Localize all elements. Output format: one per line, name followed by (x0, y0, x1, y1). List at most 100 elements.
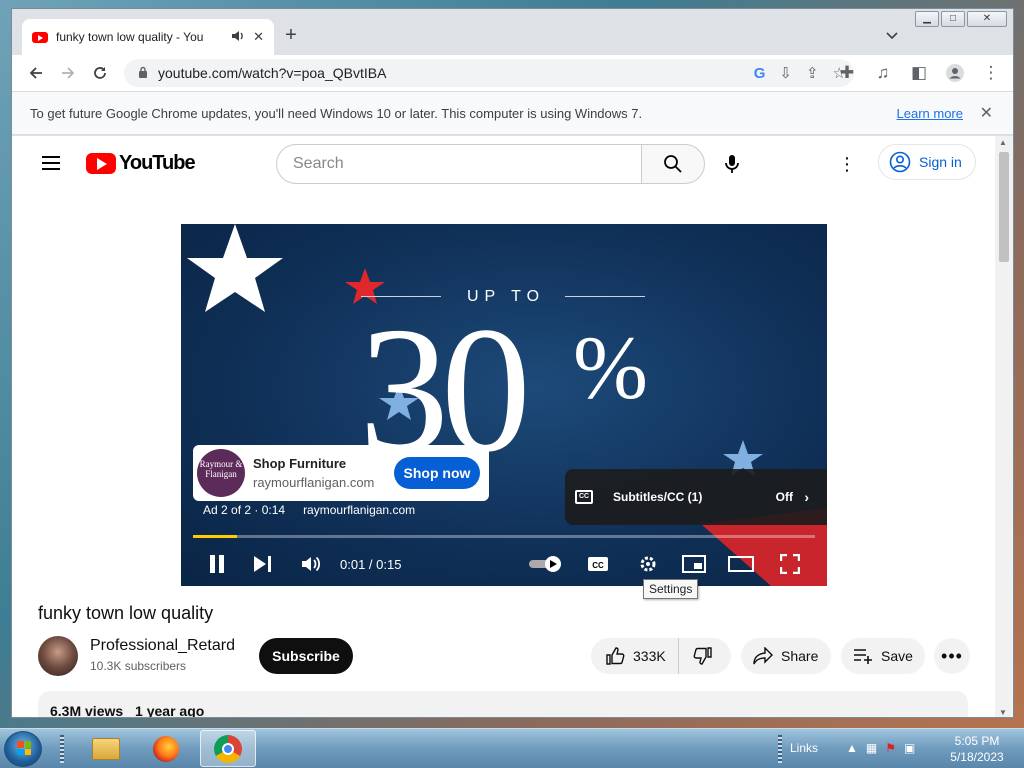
player-controls: 0:01 / 0:15 CC (181, 546, 827, 582)
more-actions-button[interactable]: ••• (934, 638, 970, 674)
youtube-logo[interactable]: YouTube (86, 152, 196, 175)
maximize-button[interactable]: □ (941, 11, 965, 27)
dislike-button[interactable] (679, 646, 713, 666)
upload-age: 1 year ago (135, 703, 205, 718)
taskbar-explorer-button[interactable] (78, 730, 134, 767)
action-center-flag-icon[interactable]: ⚑ (885, 741, 896, 755)
subtitles-label: Subtitles/CC (1) (613, 490, 703, 504)
learn-more-link[interactable]: Learn more (897, 106, 963, 121)
url-text: youtube.com/watch?v=poa_QBvtIBA (158, 65, 387, 81)
advertiser-logo: Raymour & Flanigan (197, 449, 245, 497)
system-clock[interactable]: 5:05 PM 5/18/2023 (942, 733, 1012, 765)
autoplay-toggle[interactable] (527, 552, 565, 576)
settings-gear-button[interactable] (635, 552, 661, 576)
window-controls: ▁ □ ✕ (915, 11, 1007, 27)
video-player[interactable]: UP TO 30 % Raymour & Flanigan Shop Furni… (181, 224, 827, 586)
progress-bar[interactable] (193, 535, 815, 538)
shop-now-button[interactable]: Shop now (394, 457, 480, 489)
gear-icon (640, 556, 656, 572)
thumbs-up-icon (606, 647, 625, 665)
ad-site-link[interactable]: raymourflanigan.com (303, 503, 415, 517)
back-button[interactable] (20, 57, 52, 89)
infobar-message: To get future Google Chrome updates, you… (30, 105, 643, 121)
search-button[interactable] (641, 144, 705, 184)
window-close-button[interactable]: ✕ (967, 11, 1007, 27)
subtitles-value: Off (775, 490, 793, 504)
description-box[interactable]: 6.3M views 1 year ago (38, 691, 968, 718)
playlist-add-icon (854, 649, 872, 664)
scrollbar-thumb[interactable] (999, 152, 1009, 262)
tab-title: funky town low quality - You (56, 30, 204, 44)
taskbar-grip (60, 735, 64, 763)
save-label: Save (881, 648, 913, 664)
page-scrollbar[interactable]: ▲ ▼ (995, 136, 1013, 717)
minimize-button[interactable]: ▁ (915, 11, 939, 27)
share-label: Share (781, 648, 819, 664)
address-bar[interactable]: youtube.com/watch?v=poa_QBvtIBA G ⇩ ⇪ ☆ (124, 59, 854, 87)
theater-mode-button[interactable] (727, 552, 755, 576)
reload-button[interactable] (84, 57, 116, 89)
settings-kebab-icon[interactable]: ⋮ (838, 154, 856, 175)
forward-button[interactable] (52, 57, 84, 89)
start-button[interactable] (4, 731, 42, 767)
chevron-right-icon: › (804, 489, 809, 505)
side-panel-icon[interactable]: ◧ (903, 57, 935, 89)
fullscreen-button[interactable] (777, 552, 803, 576)
close-tab-icon[interactable]: ✕ (253, 29, 264, 45)
save-button[interactable]: Save (841, 638, 925, 674)
sign-in-button[interactable]: Sign in (878, 144, 976, 180)
share-page-icon[interactable]: ⇪ (806, 64, 819, 82)
ad-percent-sign: % (573, 319, 648, 418)
pause-button[interactable] (205, 552, 229, 576)
like-button[interactable]: 333K (591, 638, 679, 674)
scroll-down-arrow-icon[interactable]: ▼ (999, 708, 1007, 717)
tray-app-icon[interactable]: ▦ (866, 741, 877, 755)
chrome-menu-icon[interactable]: ⋮ (975, 57, 1007, 89)
new-tab-button[interactable]: + (278, 23, 304, 49)
show-hidden-icons-arrow-icon[interactable]: ▲ (846, 741, 858, 755)
channel-avatar[interactable] (38, 636, 78, 676)
network-icon[interactable]: ▣ (904, 741, 915, 755)
media-control-icon[interactable]: ♫ (867, 57, 899, 89)
next-button[interactable] (251, 552, 275, 576)
taskbar-chrome-button[interactable] (200, 730, 256, 767)
autoplay-toggle-icon (529, 556, 561, 572)
settings-menu-subtitles-item[interactable]: CC Subtitles/CC (1) Off › (565, 469, 827, 525)
search-input[interactable]: Search (276, 144, 642, 184)
progress-bar-fill (193, 535, 237, 538)
theater-mode-icon (728, 556, 754, 572)
menu-hamburger-icon[interactable] (42, 156, 60, 170)
channel-name[interactable]: Professional_Retard (90, 637, 235, 655)
tab-strip: funky town low quality - You ✕ + ▁ □ ✕ (12, 9, 1013, 55)
infobar-close-icon[interactable]: ✕ (980, 103, 993, 123)
ad-decor-line-right (565, 296, 645, 297)
ad-meta-row: Ad 2 of 2 · 0:14 raymourflanigan.com (203, 503, 415, 517)
subtitles-button[interactable]: CC (585, 552, 611, 576)
folder-icon (92, 737, 120, 760)
yt-masthead: YouTube Search ⋮ Sign in (12, 136, 995, 192)
thumbs-down-icon (693, 647, 712, 665)
profile-avatar-icon[interactable] (939, 57, 971, 89)
mute-button[interactable] (299, 552, 323, 576)
speaker-icon[interactable] (231, 30, 245, 45)
share-button[interactable]: Share (741, 638, 831, 674)
lock-icon[interactable] (138, 65, 148, 81)
install-app-icon[interactable]: ⇩ (779, 64, 792, 82)
subscribe-button[interactable]: Subscribe (259, 638, 353, 674)
tab-search-chevron-icon[interactable] (886, 27, 898, 43)
miniplayer-button[interactable] (681, 552, 707, 576)
share-arrow-icon (753, 647, 773, 665)
taskbar-firefox-button[interactable] (138, 730, 194, 767)
google-translate-icon[interactable]: G (754, 65, 766, 82)
youtube-play-icon (86, 153, 116, 174)
extensions-puzzle-icon[interactable]: ✚ (831, 57, 863, 89)
scroll-up-arrow-icon[interactable]: ▲ (999, 138, 1007, 147)
voice-search-mic-icon[interactable] (718, 150, 746, 178)
tab-youtube[interactable]: funky town low quality - You ✕ (22, 19, 274, 55)
cc-icon: CC (575, 490, 593, 504)
links-toolbar[interactable]: Links (790, 741, 818, 755)
ad-card[interactable]: Raymour & Flanigan Shop Furniture raymou… (193, 445, 489, 501)
ad-card-title: Shop Furniture (253, 456, 347, 471)
view-count: 6.3M views (50, 703, 124, 718)
skip-next-icon (254, 556, 271, 572)
